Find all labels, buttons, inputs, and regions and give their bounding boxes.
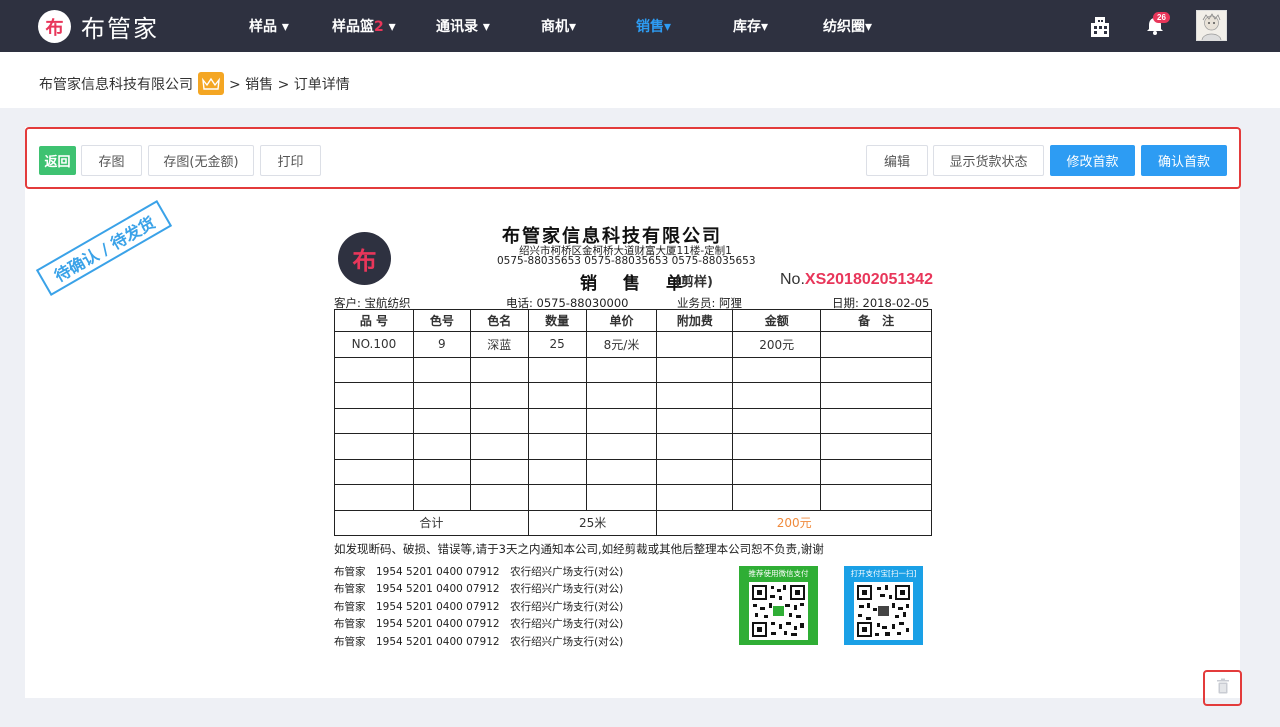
logo-icon: 布 (38, 10, 71, 43)
table-row (334, 356, 932, 383)
table-row (334, 484, 932, 511)
bank-line: 布管家 1954 5201 0400 07912 农行绍兴广场支行(对公) (334, 566, 624, 578)
nav-item-sample-basket[interactable]: 样品篮2 ▾ (332, 16, 396, 36)
company-building-icon[interactable] (1089, 15, 1111, 42)
invoice-number: No.XS201802051342 (780, 271, 934, 288)
edit-button[interactable]: 编辑 (866, 145, 928, 176)
app-name: 布管家 (81, 15, 159, 43)
invoice-subtitle: (剪样) (675, 275, 713, 290)
modify-first-payment-button[interactable]: 修改首款 (1050, 145, 1135, 176)
show-payment-status-button[interactable]: 显示货款状态 (933, 145, 1044, 176)
header-amount: 金额 (732, 309, 822, 332)
table-row (334, 458, 932, 485)
alipay-qr: 打开支付宝[扫一扫] (844, 566, 923, 645)
breadcrumb-company[interactable]: 布管家信息科技有限公司 (39, 74, 193, 94)
total-amount: 200元 (656, 509, 932, 536)
table-header-row: 品 号 色号 色名 数量 单价 附加费 金额 备 注 (334, 309, 932, 332)
wechat-pay-qr: 推荐使用微信支付 (739, 566, 818, 645)
qr-code-icon (854, 582, 913, 640)
save-image-button[interactable]: 存图 (81, 145, 142, 176)
crown-icon (198, 72, 224, 95)
table-row (334, 407, 932, 434)
header-extra-fee: 附加费 (656, 309, 734, 332)
bank-line: 布管家 1954 5201 0400 07912 农行绍兴广场支行(对公) (334, 583, 624, 595)
nav-item-sales[interactable]: 销售▾ (636, 16, 671, 36)
header-remarks: 备 注 (820, 309, 932, 332)
table-total-row: 合计 25米 200元 (334, 509, 932, 536)
invoice-table: 品 号 色号 色名 数量 单价 附加费 金额 备 注 NO.100 9 深蓝 25 8元… (334, 309, 932, 536)
table-row: NO.100 9 深蓝 25 8元/米 200元 (334, 331, 932, 358)
avatar[interactable] (1196, 10, 1227, 41)
confirm-first-payment-button[interactable]: 确认首款 (1141, 145, 1227, 176)
delete-button[interactable] (1203, 670, 1242, 706)
notification-badge: 26 (1153, 12, 1170, 23)
basket-count: 2 (374, 19, 384, 35)
total-label: 合计 (334, 509, 529, 536)
breadcrumb-path[interactable]: > 销售 > 订单详情 (229, 74, 350, 94)
nav-item-textile-circle[interactable]: 纺织圈▾ (823, 16, 872, 36)
nav-item-contacts[interactable]: 通讯录 ▾ (436, 16, 490, 36)
bank-line: 布管家 1954 5201 0400 07912 农行绍兴广场支行(对公) (334, 636, 624, 648)
header-color-no: 色号 (412, 309, 471, 332)
trash-icon (1216, 678, 1230, 699)
save-image-no-amount-button[interactable]: 存图(无金额) (148, 145, 254, 176)
nav-item-inventory[interactable]: 库存▾ (733, 16, 768, 36)
invoice-logo-icon: 布 (338, 232, 391, 285)
nav-item-samples[interactable]: 样品 ▾ (249, 16, 289, 36)
back-button[interactable]: 返回 (39, 146, 76, 175)
table-row (334, 433, 932, 460)
nav-item-opportunities[interactable]: 商机▾ (541, 16, 576, 36)
header-product-no: 品 号 (334, 309, 414, 332)
app-logo[interactable]: 布 布管家 (38, 9, 159, 44)
top-nav: 布 布管家 样品 ▾ 样品篮2 ▾ 通讯录 ▾ 商机▾ 销售▾ 库存▾ 纺织圈▾… (0, 0, 1280, 52)
breadcrumb: 布管家信息科技有限公司 > 销售 > 订单详情 (39, 72, 350, 95)
total-quantity: 25米 (527, 509, 658, 536)
bank-line: 布管家 1954 5201 0400 07912 农行绍兴广场支行(对公) (334, 601, 624, 613)
qr-code-icon (749, 582, 808, 640)
print-button[interactable]: 打印 (260, 145, 321, 176)
invoice-notice: 如发现断码、破损、错误等,请于3天之内通知本公司,如经剪裁或其他后整理本公司恕不… (334, 542, 824, 556)
table-row (334, 382, 932, 409)
bank-line: 布管家 1954 5201 0400 07912 农行绍兴广场支行(对公) (334, 618, 624, 630)
header-unit-price: 单价 (585, 309, 658, 332)
breadcrumb-bar: 布管家信息科技有限公司 > 销售 > 订单详情 (0, 52, 1280, 108)
header-color-name: 色名 (469, 309, 529, 332)
header-quantity: 数量 (527, 309, 587, 332)
invoice-phones: 0575-88035653 0575-88035653 0575-8803565… (497, 255, 756, 267)
